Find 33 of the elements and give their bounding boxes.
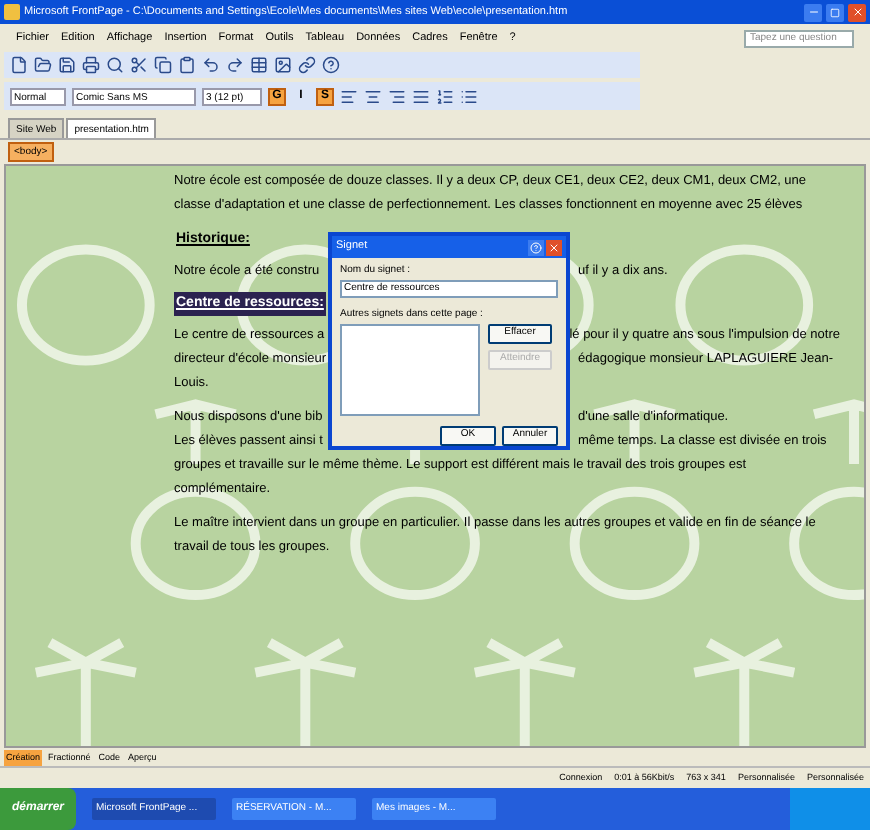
scissors-icon[interactable] [130,56,148,74]
minimize-icon [807,6,819,18]
bookmark-list[interactable] [340,324,480,416]
search-icon[interactable] [106,56,124,74]
image-icon[interactable] [274,56,292,74]
numbered-list-icon[interactable] [436,87,454,105]
system-tray [790,788,870,830]
close-icon [851,6,863,18]
minimize-button[interactable] [804,3,822,21]
help-button[interactable] [528,239,544,255]
close-button[interactable] [546,239,562,255]
new-page-icon[interactable] [10,56,28,74]
undo-icon[interactable] [202,56,220,74]
align-left-icon[interactable] [340,87,358,105]
printer-icon[interactable] [82,56,100,74]
save-icon[interactable] [58,56,76,74]
help-icon [530,241,542,253]
redo-icon[interactable] [226,56,244,74]
align-center-icon[interactable] [364,87,382,105]
link-icon[interactable] [298,56,316,74]
help-icon[interactable] [322,56,340,74]
close-button[interactable] [848,3,866,21]
copy-icon[interactable] [154,56,172,74]
maximize-button[interactable] [826,3,844,21]
justify-icon[interactable] [412,87,430,105]
bullet-list-icon[interactable] [460,87,478,105]
app-icon [4,4,20,20]
clipboard-icon[interactable] [178,56,196,74]
maximize-icon [830,7,840,17]
table-icon[interactable] [250,56,268,74]
close-icon [548,241,560,253]
folder-icon[interactable] [34,56,52,74]
align-right-icon[interactable] [388,87,406,105]
